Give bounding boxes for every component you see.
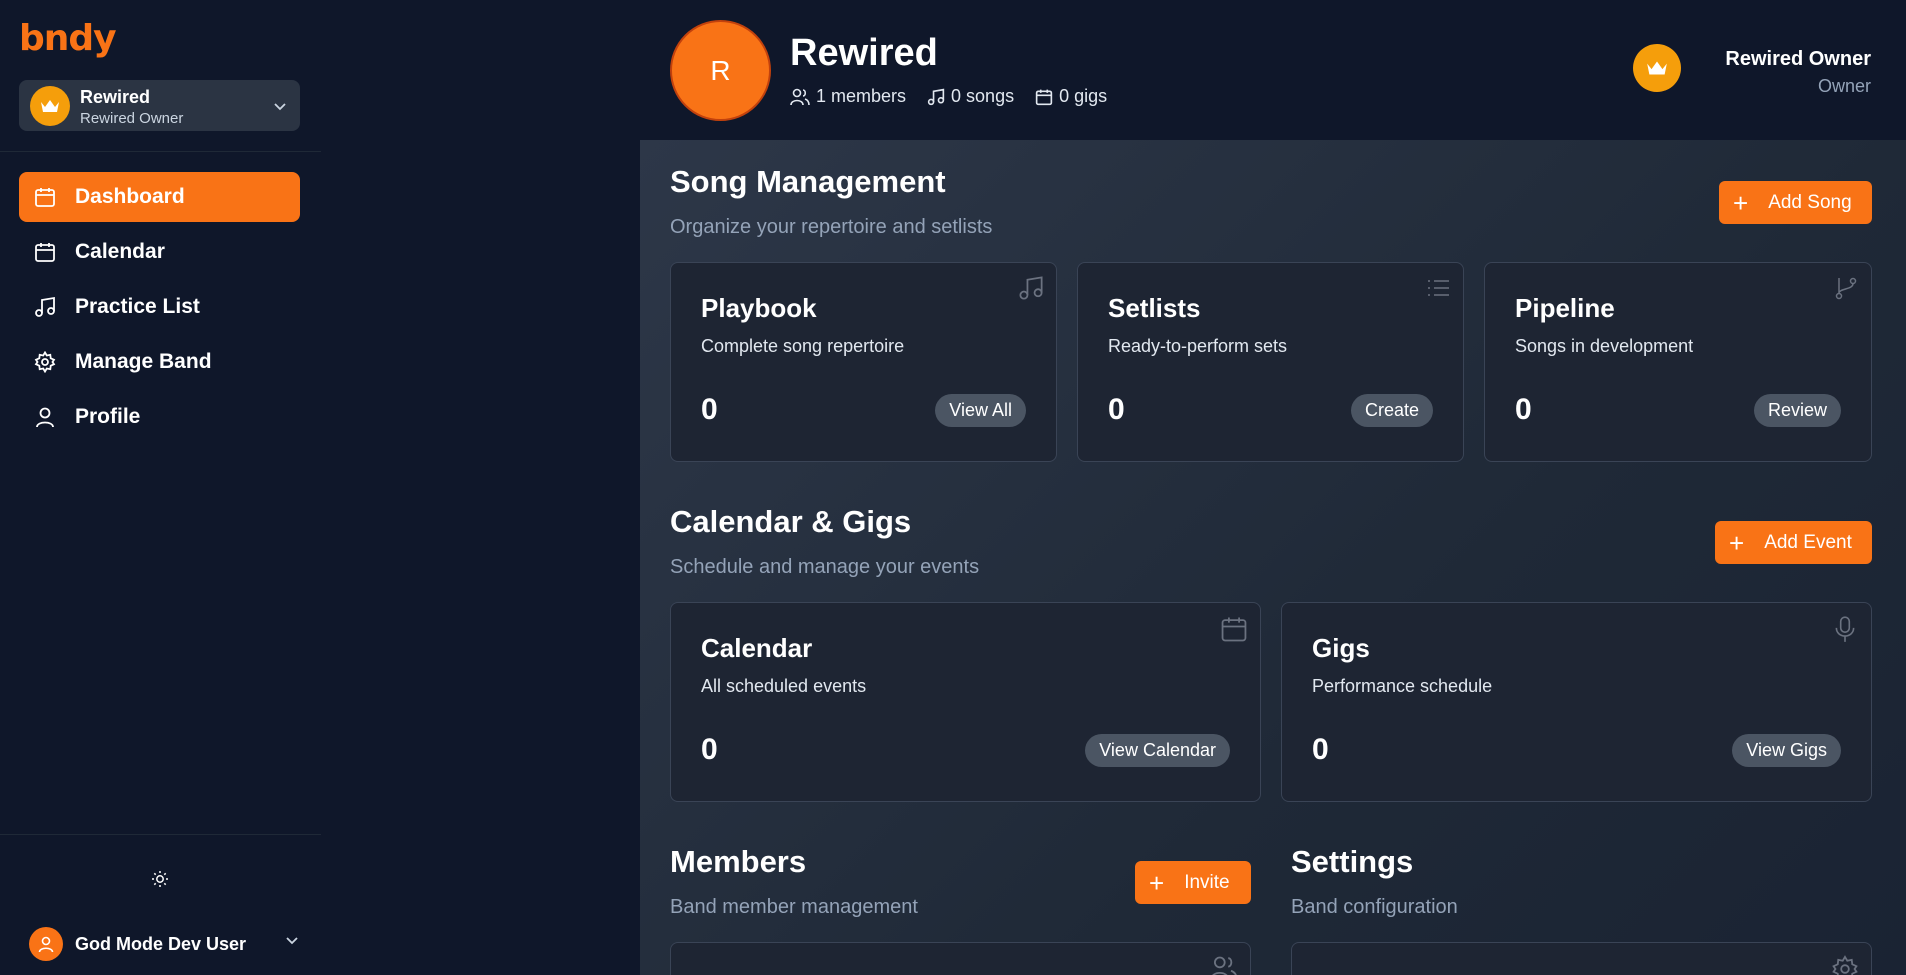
calendar-icon — [33, 185, 57, 209]
create-button[interactable]: Create — [1350, 394, 1433, 427]
invite-button[interactable]: + Invite — [1135, 861, 1251, 904]
card-gigs[interactable]: Gigs Performance schedule 0 View Gigs — [1281, 602, 1872, 802]
users-icon — [1210, 955, 1238, 975]
sidebar-item-label: Manage Band — [75, 350, 212, 373]
music-note-icon — [927, 88, 945, 105]
plus-icon: + — [1149, 867, 1165, 898]
card-members[interactable] — [670, 942, 1251, 975]
band-avatar: R — [670, 20, 771, 121]
main-content: Song Management Organize your repertoire… — [640, 140, 1906, 975]
card-title: Setlists — [1108, 293, 1201, 323]
card-title: Gigs — [1312, 633, 1370, 663]
card-subtitle: All scheduled events — [701, 676, 867, 696]
songs-stat: 0 songs — [927, 86, 1014, 107]
add-song-label: Add Song — [1768, 191, 1852, 213]
view-gigs-button[interactable]: View Gigs — [1732, 734, 1841, 767]
plus-icon: + — [1729, 527, 1745, 558]
card-count: 0 — [701, 733, 718, 766]
sidebar-item-label: Practice List — [75, 295, 200, 318]
invite-label: Invite — [1184, 871, 1230, 893]
sidebar-item-profile[interactable]: Profile — [19, 392, 300, 442]
section-title-members: Members — [670, 844, 807, 879]
user-icon — [33, 405, 57, 429]
gigs-count: 0 gigs — [1059, 86, 1108, 106]
card-title: Playbook — [701, 293, 817, 323]
section-title-calendar-gigs: Calendar & Gigs — [670, 504, 912, 539]
songs-count: 0 songs — [951, 86, 1015, 106]
sun-icon[interactable] — [148, 867, 172, 891]
chevron-down-icon — [272, 98, 288, 119]
band-switcher-role: Rewired Owner — [80, 110, 184, 127]
card-title: Pipeline — [1515, 293, 1615, 323]
sidebar-item-label: Profile — [75, 405, 141, 428]
card-count: 0 — [701, 393, 718, 426]
card-calendar[interactable]: Calendar All scheduled events 0 View Cal… — [670, 602, 1261, 802]
section-subtitle: Band member management — [670, 896, 918, 918]
gear-icon — [1831, 955, 1859, 975]
app-logo[interactable]: bndy — [19, 18, 117, 59]
card-pipeline[interactable]: Pipeline Songs in development 0 Review — [1484, 262, 1872, 462]
band-header: R Rewired 1 members 0 songs 0 gigs Rewir… — [640, 0, 1906, 140]
calendar-icon — [1035, 89, 1053, 105]
band-stats: 1 members 0 songs 0 gigs — [790, 86, 1128, 107]
members-count: 1 members — [816, 86, 907, 106]
sidebar-divider — [0, 151, 321, 152]
user-menu[interactable]: God Mode Dev User — [29, 927, 300, 961]
section-title-settings: Settings — [1291, 844, 1414, 879]
card-subtitle: Songs in development — [1515, 336, 1694, 356]
calendar-icon — [33, 240, 57, 264]
view-calendar-button[interactable]: View Calendar — [1085, 734, 1230, 767]
card-playbook[interactable]: Playbook Complete song repertoire 0 View… — [670, 262, 1057, 462]
page-title: Rewired — [790, 32, 938, 74]
section-subtitle: Organize your repertoire and setlists — [670, 216, 993, 238]
section-subtitle: Schedule and manage your events — [670, 556, 980, 578]
band-switcher[interactable]: Rewired Rewired Owner — [19, 80, 300, 131]
card-subtitle: Ready-to-perform sets — [1108, 336, 1288, 356]
crown-icon — [1633, 44, 1681, 92]
section-title-song-management: Song Management — [670, 164, 946, 199]
members-stat: 1 members — [790, 86, 906, 107]
card-count: 0 — [1515, 393, 1532, 426]
card-title: Calendar — [701, 633, 813, 663]
plus-icon: + — [1733, 187, 1749, 218]
sidebar-item-manage-band[interactable]: Manage Band — [19, 337, 300, 387]
card-subtitle: Performance schedule — [1312, 676, 1493, 696]
band-switcher-name: Rewired — [80, 87, 151, 107]
card-subtitle: Complete song repertoire — [701, 336, 905, 356]
sidebar-item-label: Calendar — [75, 240, 165, 263]
user-avatar-icon — [29, 927, 63, 961]
card-count: 0 — [1312, 733, 1329, 766]
section-subtitle: Band configuration — [1291, 896, 1458, 918]
microphone-icon — [1831, 615, 1859, 648]
user-name: God Mode Dev User — [75, 934, 247, 954]
sidebar-item-label: Dashboard — [75, 185, 185, 208]
sidebar-item-calendar[interactable]: Calendar — [19, 227, 300, 277]
music-note-icon — [1018, 275, 1044, 306]
owner-role: Owner — [1817, 76, 1871, 96]
view-all-button[interactable]: View All — [935, 394, 1026, 427]
add-song-button[interactable]: + Add Song — [1719, 181, 1872, 224]
card-count: 0 — [1108, 393, 1125, 426]
sidebar-item-dashboard[interactable]: Dashboard — [19, 172, 300, 222]
git-branch-icon — [1833, 275, 1859, 306]
sidebar-divider — [0, 834, 321, 835]
users-icon — [790, 88, 810, 105]
card-setlists[interactable]: Setlists Ready-to-perform sets 0 Create — [1077, 262, 1464, 462]
add-event-button[interactable]: + Add Event — [1715, 521, 1872, 564]
calendar-icon — [1220, 615, 1248, 648]
owner-name: Rewired Owner — [1725, 48, 1871, 70]
card-settings[interactable] — [1291, 942, 1872, 975]
gear-icon — [33, 350, 57, 374]
sidebar-item-practice-list[interactable]: Practice List — [19, 282, 300, 332]
chevron-down-icon — [284, 932, 300, 953]
list-icon — [1425, 275, 1451, 306]
music-note-icon — [33, 295, 57, 319]
review-button[interactable]: Review — [1753, 394, 1841, 427]
crown-icon — [30, 86, 70, 126]
add-event-label: Add Event — [1764, 531, 1852, 553]
gigs-stat: 0 gigs — [1035, 86, 1107, 107]
sidebar: bndy Rewired Rewired Owner Dashboard Cal… — [0, 0, 321, 975]
